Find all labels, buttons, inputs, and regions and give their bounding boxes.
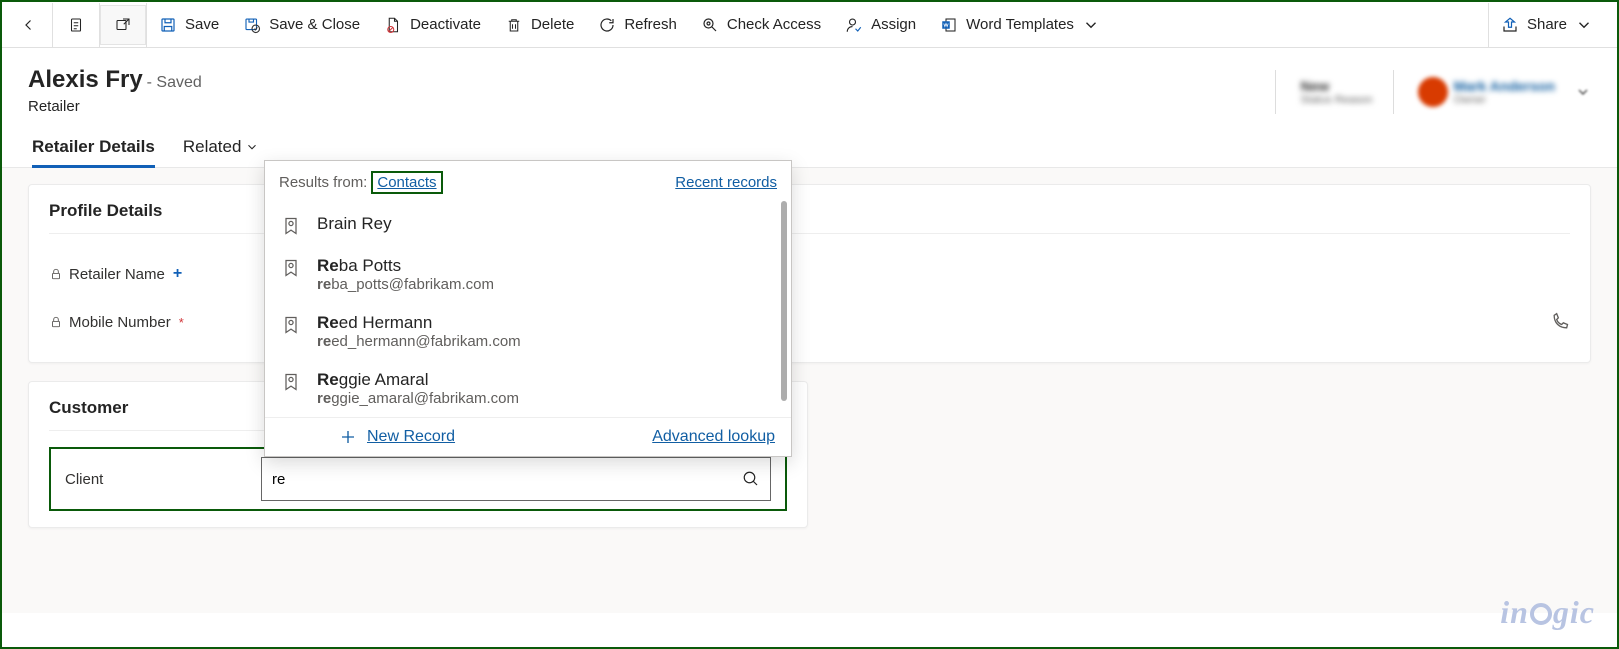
scrollbar-thumb[interactable]	[781, 201, 787, 401]
lock-icon	[49, 315, 63, 329]
record-entity: Retailer	[28, 98, 202, 115]
popout-icon	[114, 16, 132, 34]
save-button[interactable]: Save	[147, 5, 231, 45]
owner-avatar-icon	[1418, 77, 1448, 107]
chevron-down-icon	[245, 140, 259, 154]
trash-icon	[505, 16, 523, 34]
command-bar: Save Save & Close Deactivate Delete Refr…	[2, 2, 1617, 48]
word-templates-button[interactable]: Word Templates	[928, 5, 1112, 45]
save-icon	[159, 16, 177, 34]
watermark: ingic	[1500, 594, 1595, 631]
share-label: Share	[1527, 16, 1567, 33]
deactivate-icon	[384, 16, 402, 34]
new-record-link[interactable]: New Record	[339, 428, 455, 446]
form-tabs: Retailer Details Related	[2, 115, 1617, 168]
required-indicator: *	[179, 315, 184, 330]
back-arrow-icon	[20, 16, 38, 34]
refresh-icon	[598, 16, 616, 34]
popout-button[interactable]	[100, 5, 146, 45]
plus-icon	[339, 428, 357, 446]
delete-button[interactable]: Delete	[493, 5, 586, 45]
search-icon[interactable]	[742, 470, 760, 488]
back-button[interactable]	[6, 5, 52, 45]
share-icon	[1501, 16, 1519, 34]
phone-icon[interactable]	[1550, 312, 1570, 332]
tab-retailer-details[interactable]: Retailer Details	[32, 137, 155, 167]
lookup-results-list[interactable]: Brain ReyReba Pottsreba_potts@fabrikam.c…	[265, 204, 791, 417]
check-access-label: Check Access	[727, 16, 821, 33]
save-close-label: Save & Close	[269, 16, 360, 33]
assign-icon	[845, 16, 863, 34]
lookup-flyout: Results from: Contacts Recent records Br…	[264, 160, 792, 457]
chevron-down-icon	[1575, 16, 1593, 34]
lookup-result-item[interactable]: Reba Pottsreba_potts@fabrikam.com	[265, 246, 791, 303]
word-templates-label: Word Templates	[966, 16, 1074, 33]
recommended-indicator: +	[173, 265, 182, 283]
record-header: Alexis Fry - Saved Retailer New Status R…	[2, 48, 1617, 115]
save-close-button[interactable]: Save & Close	[231, 5, 372, 45]
deactivate-label: Deactivate	[410, 16, 481, 33]
results-entity-link[interactable]: Contacts	[377, 174, 436, 191]
lock-icon	[49, 267, 63, 281]
refresh-label: Refresh	[624, 16, 677, 33]
share-button[interactable]: Share	[1489, 5, 1605, 45]
header-status-reason[interactable]: New Status Reason	[1300, 78, 1372, 106]
section-profile-details: Profile Details Retailer Name + Mobile N…	[28, 184, 1591, 363]
lookup-result-item[interactable]: Reggie Amaralreggie_amaral@fabrikam.com	[265, 360, 791, 417]
form-body: Profile Details Retailer Name + Mobile N…	[2, 168, 1617, 613]
client-lookup-input[interactable]	[272, 471, 742, 488]
record-title: Alexis Fry	[28, 66, 143, 93]
chevron-down-icon[interactable]	[1575, 84, 1591, 100]
assign-button[interactable]: Assign	[833, 5, 928, 45]
save-close-icon	[243, 16, 261, 34]
header-owner[interactable]: Mark Anderson Owner	[1418, 77, 1555, 107]
lookup-result-item[interactable]: Reed Hermannreed_hermann@fabrikam.com	[265, 303, 791, 360]
clipboard-button[interactable]	[53, 5, 99, 45]
assign-label: Assign	[871, 16, 916, 33]
clipboard-icon	[67, 16, 85, 34]
save-label: Save	[185, 16, 219, 33]
check-access-button[interactable]: Check Access	[689, 5, 833, 45]
advanced-lookup-link[interactable]: Advanced lookup	[652, 428, 775, 446]
word-icon	[940, 16, 958, 34]
lookup-result-item[interactable]: Brain Rey	[265, 204, 791, 246]
delete-label: Delete	[531, 16, 574, 33]
recent-records-link[interactable]: Recent records	[675, 174, 777, 191]
record-save-status: - Saved	[147, 74, 202, 91]
tab-related[interactable]: Related	[183, 137, 260, 167]
check-access-icon	[701, 16, 719, 34]
deactivate-button[interactable]: Deactivate	[372, 5, 493, 45]
refresh-button[interactable]: Refresh	[586, 5, 689, 45]
chevron-down-icon	[1082, 16, 1100, 34]
results-from-label: Results from:	[279, 174, 367, 191]
client-lookup-input-wrap[interactable]	[261, 457, 771, 501]
